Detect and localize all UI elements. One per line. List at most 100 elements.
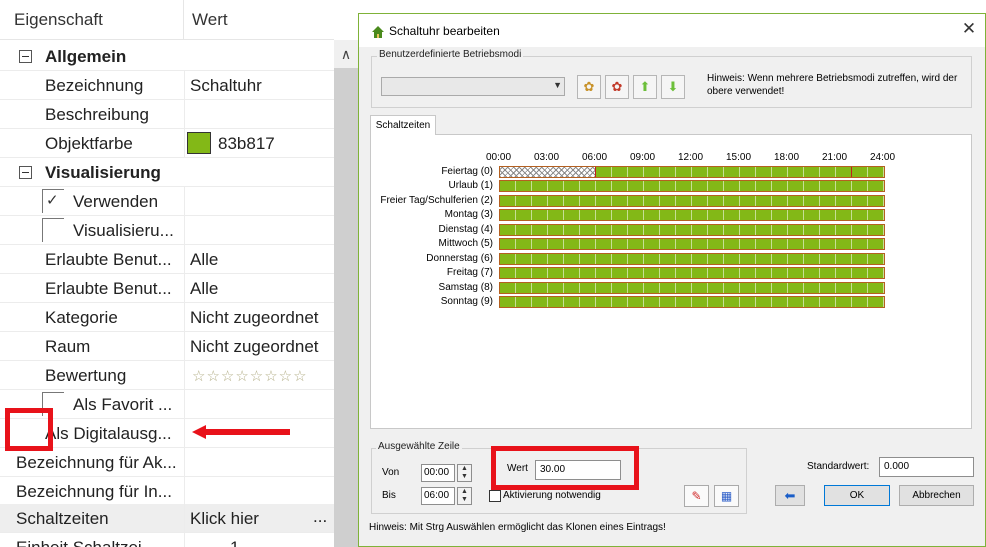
remove-settings-button[interactable]: ✿ [605, 75, 629, 99]
group-label: Visualisierung [45, 163, 161, 182]
hour-label: 15:00 [726, 152, 752, 163]
row-key: Einheit Schaltzei... [16, 538, 156, 547]
scroll-up-icon[interactable]: ∧ [334, 40, 358, 68]
color-swatch[interactable] [187, 132, 211, 154]
group-visualisierung[interactable]: Visualisierung [0, 158, 334, 187]
day-label: Sonntag (9) [440, 296, 493, 307]
row-value[interactable]: Alle [190, 250, 218, 270]
row-schaltzeiten[interactable]: Schaltzeiten Klick hier ... [0, 504, 334, 533]
hour-label: 06:00 [582, 152, 608, 163]
collapse-icon[interactable] [19, 50, 32, 63]
to-spinner[interactable]: ▲ ▼ [457, 487, 472, 505]
selected-legend: Ausgewählte Zeile [376, 441, 462, 452]
vertical-scrollbar[interactable]: ∧ [334, 40, 358, 547]
grid-header: Eigenschaft Wert [0, 0, 334, 40]
row-bewertung[interactable]: Bewertung ☆☆☆☆☆☆☆☆ [0, 361, 334, 390]
tab-schaltzeiten[interactable]: Schaltzeiten [370, 115, 436, 135]
row-value[interactable]: 83b817 [218, 134, 275, 154]
row-erlaubte-benutzer-2[interactable]: Erlaubte Benut... Alle [0, 274, 334, 303]
chevron-down-icon[interactable]: ▼ [553, 80, 562, 90]
arrow-left-icon: ⬅ [784, 488, 796, 503]
value-column-header: Wert [192, 10, 228, 29]
move-up-button[interactable]: ⬆ [633, 75, 657, 99]
row-key: Bezeichnung [45, 76, 144, 95]
day-bar[interactable] [499, 267, 885, 279]
ok-button[interactable]: OK [824, 485, 890, 506]
row-key: Erlaubte Benut... [45, 250, 172, 269]
settings-button[interactable]: ✿ [577, 75, 601, 99]
clear-button[interactable]: ✎ [684, 485, 709, 507]
day-bar[interactable] [499, 166, 885, 178]
modes-hint: Hinweis: Wenn mehrere Betriebsmodi zutre… [707, 73, 958, 97]
title-bar: Schaltuhr bearbeiten ✕ [359, 14, 985, 47]
arrow-down-icon: ⬇ [667, 79, 679, 94]
day-bar[interactable] [499, 253, 885, 265]
row-kategorie[interactable]: Kategorie Nicht zugeordnet [0, 303, 334, 332]
day-bar[interactable] [499, 195, 885, 207]
group-label: Allgemein [45, 47, 127, 66]
schedule-panel: 00:00 03:00 06:00 09:00 12:00 15:00 18:0… [370, 134, 972, 429]
row-bezeichnung-aktiv[interactable]: Bezeichnung für Ak... [0, 448, 334, 477]
ellipsis-button[interactable]: ... [313, 507, 327, 527]
from-spinner[interactable]: ▲ ▼ [457, 464, 472, 482]
to-time-input[interactable]: 06:00 [421, 487, 455, 505]
from-time-input[interactable]: 00:00 [421, 464, 455, 482]
row-bezeichnung-inaktiv[interactable]: Bezeichnung für In... [0, 477, 334, 506]
row-value[interactable]: 1 [230, 538, 239, 547]
row-value[interactable]: Nicht zugeordnet [190, 308, 319, 328]
row-key: Als Digitalausg... [45, 424, 172, 443]
day-label: Dienstag (4) [438, 224, 493, 235]
check-icon: ✓ [46, 192, 59, 209]
cancel-button[interactable]: Abbrechen [899, 485, 974, 506]
row-verwenden[interactable]: ✓ Verwenden [0, 187, 334, 216]
hour-label: 21:00 [822, 152, 848, 163]
row-key: Beschreibung [45, 105, 149, 124]
row-visualisierung-sub[interactable]: Visualisieru... [0, 216, 334, 245]
rating-stars[interactable]: ☆☆☆☆☆☆☆☆ [192, 367, 308, 385]
day-label: Freitag (7) [446, 267, 493, 278]
default-label: Standardwert: [807, 461, 870, 472]
day-label: Freier Tag/Schulferien (2) [380, 195, 493, 206]
row-bezeichnung[interactable]: Bezeichnung Schaltuhr [0, 71, 334, 100]
day-bar[interactable] [499, 224, 885, 236]
day-bar[interactable] [499, 180, 885, 192]
eraser-icon: ✎ [691, 489, 702, 503]
day-bar[interactable] [499, 296, 885, 308]
row-value[interactable]: Alle [190, 279, 218, 299]
modes-combobox[interactable]: ▼ [381, 77, 565, 96]
row-value[interactable]: Nicht zugeordnet [190, 337, 319, 357]
arrow-up-icon: ⬆ [639, 79, 651, 94]
row-raum[interactable]: Raum Nicht zugeordnet [0, 332, 334, 361]
row-objektfarbe[interactable]: Objektfarbe 83b817 [0, 129, 334, 158]
schaltuhr-dialog: Schaltuhr bearbeiten ✕ Benutzerdefiniert… [358, 13, 986, 547]
default-value-input[interactable]: 0.000 [879, 457, 974, 477]
activation-checkbox[interactable] [489, 490, 501, 502]
day-bar[interactable] [499, 238, 885, 250]
day-bar[interactable] [499, 209, 885, 221]
schaltzeiten-link[interactable]: Klick hier [190, 509, 259, 529]
row-value[interactable]: Schaltuhr [190, 76, 262, 96]
move-down-button[interactable]: ⬇ [661, 75, 685, 99]
day-label: Donnerstag (6) [426, 253, 493, 264]
back-button[interactable]: ⬅ [775, 485, 805, 506]
day-label: Montag (3) [444, 209, 493, 220]
close-icon[interactable]: ✕ [959, 19, 979, 39]
verwenden-checkbox[interactable]: ✓ [42, 189, 64, 213]
dialog-title: Schaltuhr bearbeiten [389, 24, 500, 38]
collapse-icon[interactable] [19, 166, 32, 179]
day-label: Feiertag (0) [441, 166, 493, 177]
row-key: Kategorie [45, 308, 118, 327]
gear-icon: ✿ [583, 79, 595, 94]
highlight-box-checkbox [5, 408, 53, 451]
to-label: Bis [382, 490, 396, 501]
row-beschreibung[interactable]: Beschreibung [0, 100, 334, 129]
group-allgemein[interactable]: Allgemein [0, 42, 334, 71]
checkbox[interactable] [42, 218, 64, 242]
row-key: Bezeichnung für In... [16, 482, 172, 501]
day-bar[interactable] [499, 282, 885, 294]
row-einheit[interactable]: Einheit Schaltzei... 1 [0, 533, 334, 547]
selected-segment[interactable] [500, 167, 595, 177]
row-erlaubte-benutzer-1[interactable]: Erlaubte Benut... Alle [0, 245, 334, 274]
clone-button[interactable]: ▦ [714, 485, 739, 507]
day-label: Mittwoch (5) [438, 238, 493, 249]
